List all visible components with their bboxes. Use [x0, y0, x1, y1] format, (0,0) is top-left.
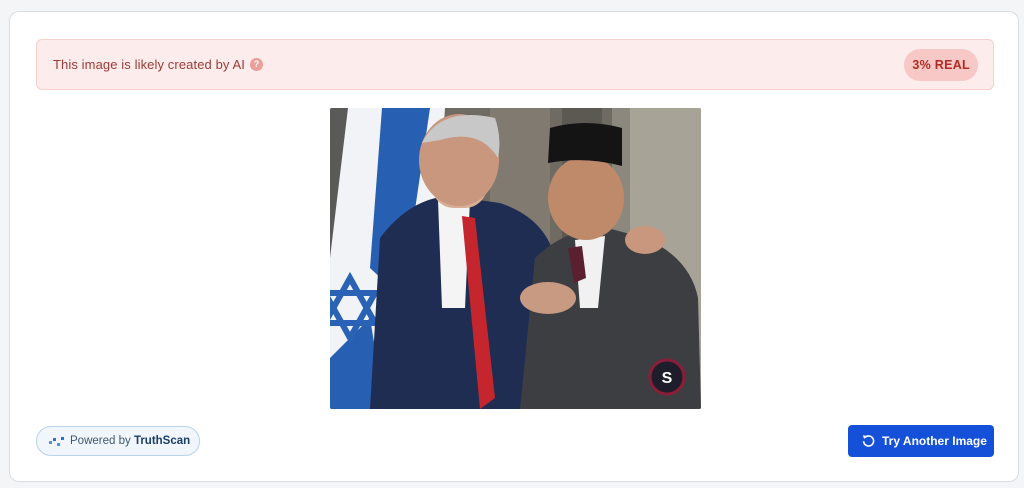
refresh-icon	[862, 434, 875, 450]
analyzed-image: S	[330, 108, 701, 409]
try-another-image-label: Try Another Image	[882, 434, 987, 448]
powered-by-prefix: Powered by	[70, 435, 131, 447]
ai-detection-alert: This image is likely created by AI ? 3% …	[36, 39, 994, 90]
result-card: This image is likely created by AI ? 3% …	[9, 11, 1019, 482]
powered-by-truthscan[interactable]: Powered by TruthScan	[36, 426, 200, 456]
alert-message: This image is likely created by AI	[53, 57, 245, 72]
truthscan-brand: TruthScan	[133, 435, 191, 447]
truthscan-logo-icon	[49, 435, 65, 453]
real-score-badge: 3% REAL	[904, 49, 978, 81]
question-circle-icon[interactable]: ?	[250, 58, 263, 71]
watermark-logo: S	[662, 370, 673, 387]
try-another-image-button[interactable]: Try Another Image	[848, 425, 994, 457]
powered-by-label: Powered by TruthScan	[70, 435, 190, 447]
